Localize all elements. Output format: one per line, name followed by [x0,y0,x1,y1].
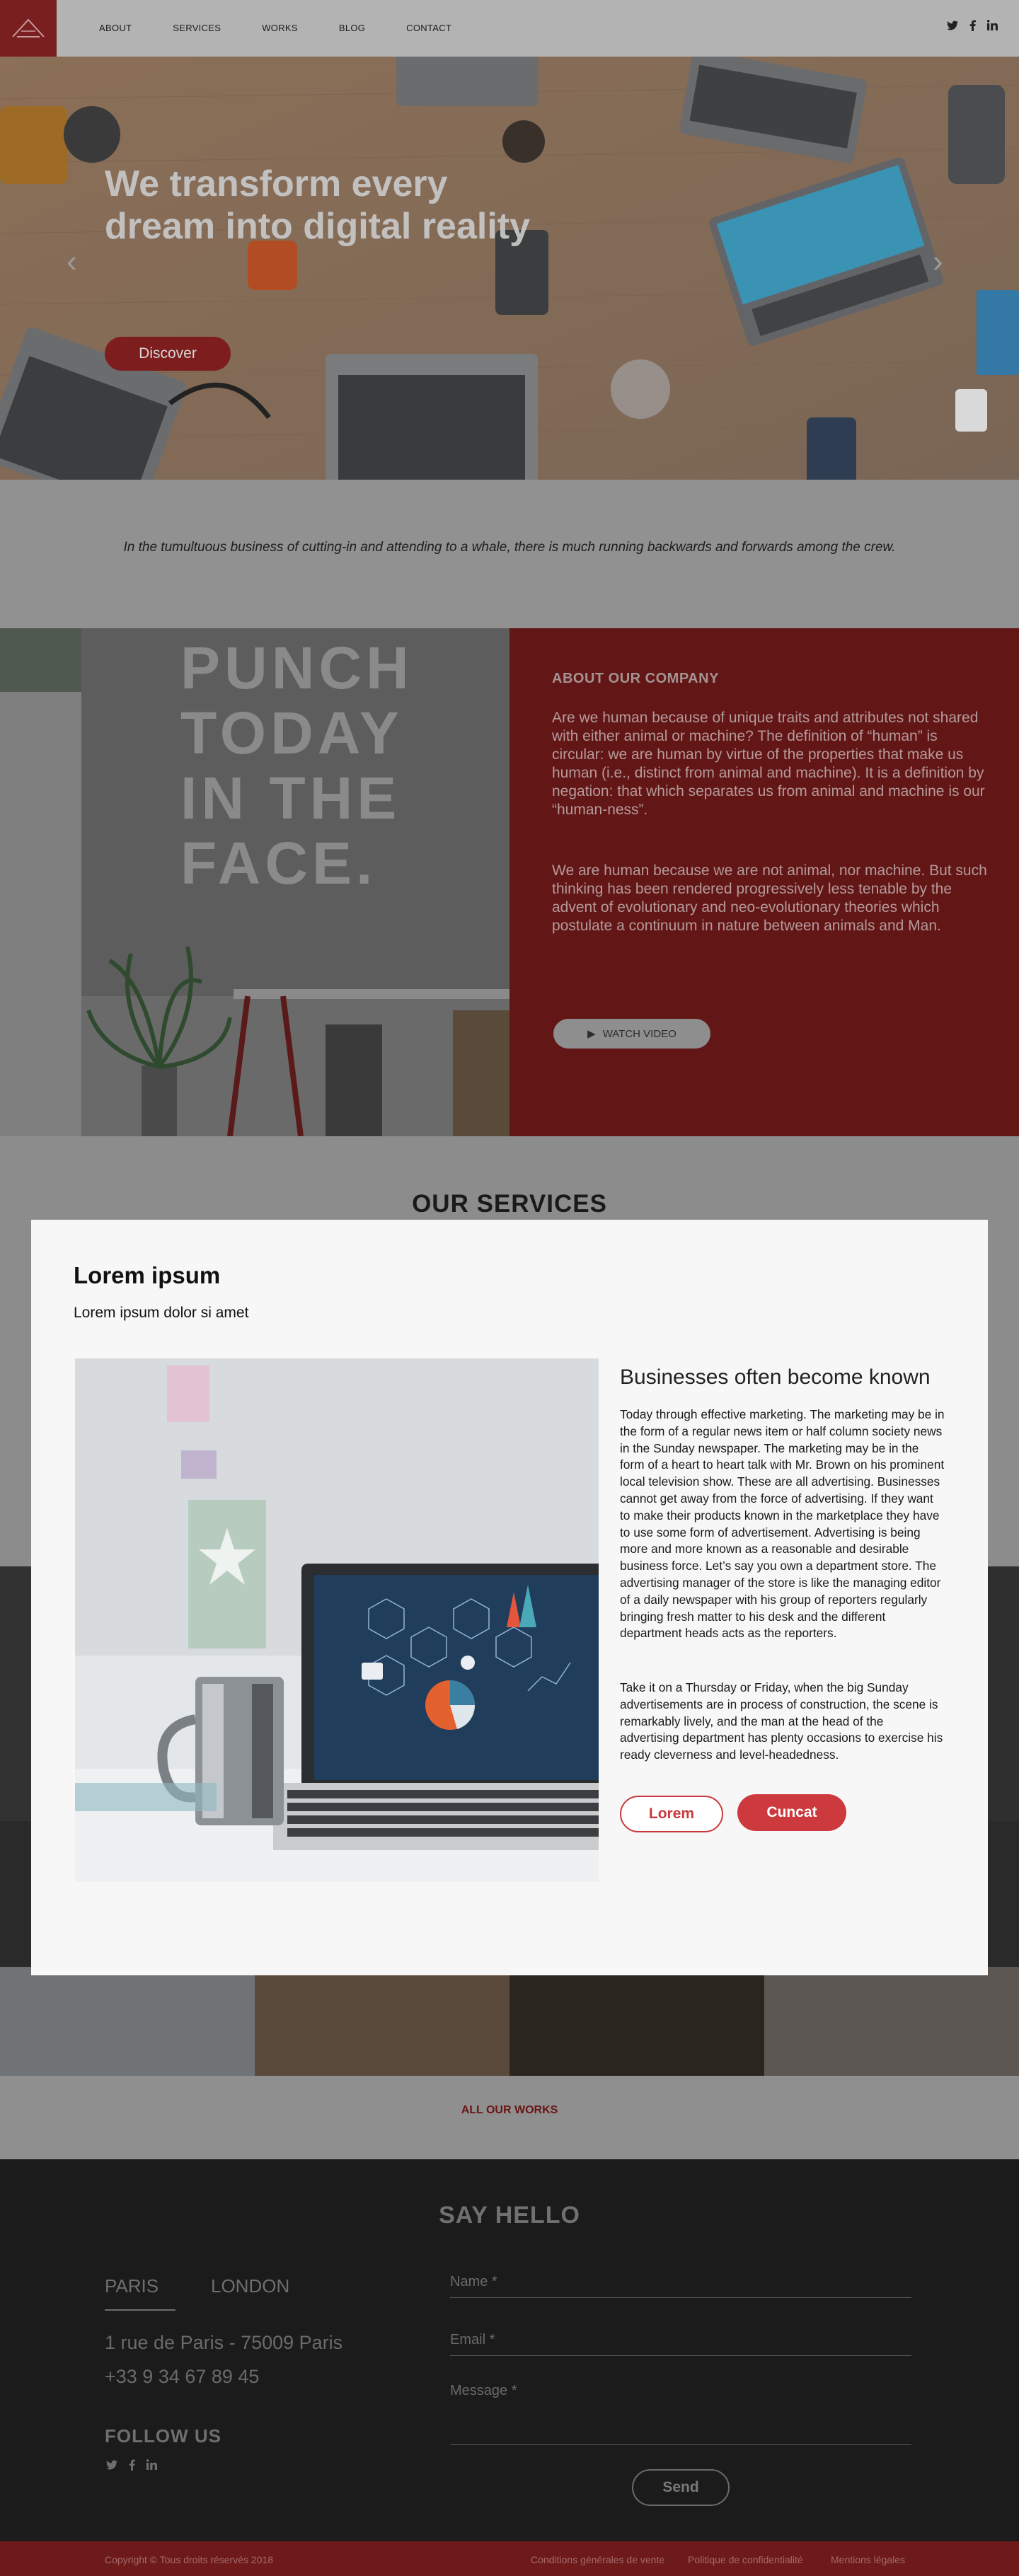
linkedin-icon[interactable] [986,20,998,35]
linkedin-icon[interactable] [146,2459,157,2474]
bottom-bar: Copyright © Tous droits réservés 2018 Co… [0,2541,1019,2576]
all-works-section: ALL OUR WORKS [0,2076,1019,2159]
name-field[interactable]: Name * [450,2274,911,2298]
facebook-icon[interactable] [129,2459,135,2474]
logo[interactable] [0,0,57,57]
message-field[interactable]: Message * [450,2383,911,2445]
modal-subtitle: Lorem ipsum dolor si amet [74,1305,249,1321]
nav-works[interactable]: WORKS [262,23,298,33]
about-image-text: PUNCH TODAY IN THE FACE. [180,635,413,896]
watch-video-button[interactable]: ▶ WATCH VIDEO [553,1019,710,1049]
modal-dialog: Lorem ipsum Lorem ipsum dolor si amet Bu… [31,1220,988,1975]
about-section: ABOUT OUR COMPANY Are we human because o… [510,628,1019,1136]
logo-icon [12,18,45,37]
footer-link-cgv[interactable]: Conditions générales de vente [531,2554,664,2565]
work-thumb-2[interactable] [255,1967,510,2076]
footer-link-legal[interactable]: Mentions légales [831,2554,905,2565]
modal-paragraph-1: Today through effective marketing. The m… [620,1407,945,1641]
send-button[interactable]: Send [632,2469,730,2506]
hero-next-arrow-icon[interactable]: › [933,244,943,279]
cuncat-button[interactable]: Cuncat [737,1794,846,1831]
active-tab-underline [105,2309,175,2311]
about-paragraph-1: Are we human because of unique traits an… [552,710,985,818]
works-thumbnails [0,1967,1019,2076]
nav-blog[interactable]: BLOG [339,23,365,33]
footer-heading: SAY HELLO [439,2202,580,2229]
work-thumb-3[interactable] [510,1967,764,2076]
about-image: PUNCH TODAY IN THE FACE. [0,628,510,1136]
follow-heading: FOLLOW US [105,2425,221,2447]
footer: SAY HELLO PARIS LONDON 1 rue de Paris - … [0,2159,1019,2541]
modal-image-laptop [75,1358,599,1882]
twitter-icon[interactable] [947,20,958,35]
modal-title: Lorem ipsum [74,1262,221,1288]
nav-contact[interactable]: CONTACT [406,23,451,33]
all-works-link[interactable]: ALL OUR WORKS [0,2104,1019,2117]
hero-background-image [0,57,1019,480]
page: ABOUT SERVICES WORKS BLOG CONTACT We tra… [0,0,1019,2576]
hero-section: We transform every dream into digital re… [0,57,1019,480]
services-heading: OUR SERVICES [412,1190,607,1218]
email-field[interactable]: Email * [450,2332,911,2356]
nav-about[interactable]: ABOUT [99,23,132,33]
footer-social [106,2459,157,2474]
about-paragraph-2: We are human because we are not animal, … [552,862,987,934]
header-social [947,20,998,35]
modal-paragraph-2: Take it on a Thursday or Friday, when th… [620,1680,943,1762]
site-header: ABOUT SERVICES WORKS BLOG CONTACT [0,0,1019,57]
hero-prev-arrow-icon[interactable]: ‹ [67,244,77,279]
copyright: Copyright © Tous droits réservés 2018 [105,2554,274,2565]
hero-title: We transform every dream into digital re… [105,163,531,247]
about-heading: ABOUT OUR COMPANY [552,671,719,686]
play-icon: ▶ [587,1028,596,1040]
twitter-icon[interactable] [106,2459,117,2474]
address: 1 rue de Paris - 75009 Paris [105,2332,343,2353]
watch-video-label: WATCH VIDEO [602,1027,677,1040]
footer-link-privacy[interactable]: Politique de confidentialité [688,2554,803,2565]
facebook-icon[interactable] [969,20,976,35]
city-tab-paris[interactable]: PARIS [105,2275,159,2297]
work-thumb-4[interactable] [764,1967,1019,2076]
nav-services[interactable]: SERVICES [173,23,221,33]
discover-button[interactable]: Discover [105,337,231,371]
work-thumb-1[interactable] [0,1967,255,2076]
main-nav: ABOUT SERVICES WORKS BLOG CONTACT [99,23,493,33]
phone: +33 9 34 67 89 45 [105,2366,260,2387]
intro-quote: In the tumultuous business of cutting-in… [123,540,896,555]
lorem-button[interactable]: Lorem [620,1796,723,1832]
city-tab-london[interactable]: LONDON [211,2275,289,2297]
intro-section: In the tumultuous business of cutting-in… [0,480,1019,628]
modal-heading: Businesses often become known [620,1365,931,1389]
